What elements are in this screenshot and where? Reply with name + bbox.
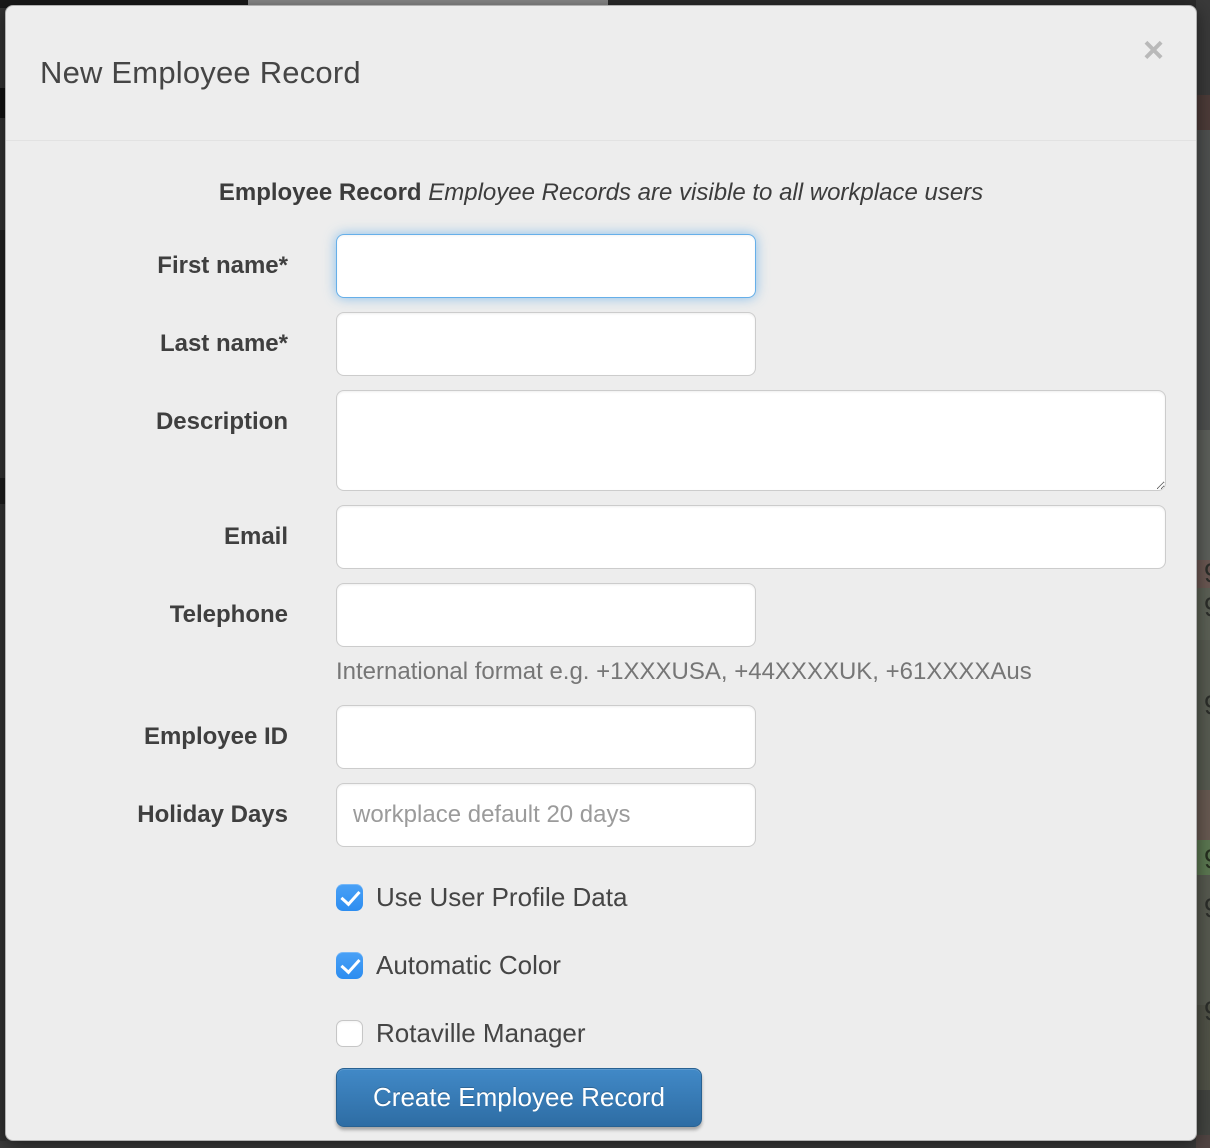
control-col: [336, 390, 1166, 491]
email-label: Email: [36, 505, 288, 552]
form-row-holiday-days: Holiday Days: [36, 783, 1166, 847]
backdrop-digit: 9: [1204, 690, 1210, 721]
checkbox-label: Automatic Color: [376, 950, 561, 981]
checkbox-section: Use User Profile Data Automatic Color Ro…: [36, 882, 1166, 1049]
new-employee-record-modal: New Employee Record × Employee Record Em…: [5, 5, 1197, 1141]
checkbox-use-user-profile-data[interactable]: Use User Profile Data: [336, 882, 1166, 913]
legend-title: Employee Record: [219, 179, 422, 206]
form-legend: Employee Record Employee Records are vis…: [36, 178, 1166, 208]
backdrop-segment: [1196, 1135, 1210, 1148]
holiday-days-label: Holiday Days: [36, 783, 288, 830]
backdrop-segment: [1196, 1090, 1210, 1135]
close-icon[interactable]: ×: [1143, 32, 1164, 68]
first-name-input[interactable]: [336, 234, 756, 298]
telephone-help-text: International format e.g. +1XXXUSA, +44X…: [336, 658, 1166, 686]
backdrop-right-strip: 9 9 9 9 9 9: [1196, 0, 1210, 1148]
modal-title: New Employee Record: [40, 55, 361, 91]
last-name-label: Last name*: [36, 312, 288, 359]
backdrop-segment: [1196, 790, 1210, 840]
last-name-input[interactable]: [336, 312, 756, 376]
email-input[interactable]: [336, 505, 1166, 569]
backdrop-digit: 9: [1204, 996, 1210, 1027]
backdrop-digit: 9: [1204, 558, 1210, 589]
description-label: Description: [36, 390, 288, 437]
employee-id-input[interactable]: [336, 705, 756, 769]
control-col: [336, 783, 1166, 847]
form-row-employee-id: Employee ID: [36, 705, 1166, 769]
backdrop-segment: [0, 1141, 1210, 1148]
employee-id-label: Employee ID: [36, 705, 288, 752]
description-textarea[interactable]: [336, 390, 1166, 491]
form-row-telephone: Telephone International format e.g. +1XX…: [36, 583, 1166, 705]
checkbox-label: Use User Profile Data: [376, 882, 627, 913]
checkbox-unchecked-icon[interactable]: [336, 1020, 363, 1047]
backdrop-segment: [1196, 130, 1210, 430]
checkbox-label: Rotaville Manager: [376, 1018, 586, 1049]
checkbox-checked-icon[interactable]: [336, 952, 363, 979]
checkbox-checked-icon[interactable]: [336, 884, 363, 911]
backdrop-digit: 9: [1204, 844, 1210, 875]
legend-note: Employee Records are visible to all work…: [428, 179, 983, 206]
modal-body: Employee Record Employee Records are vis…: [6, 178, 1196, 1141]
create-employee-record-button[interactable]: Create Employee Record: [336, 1068, 702, 1127]
modal-header: New Employee Record ×: [6, 6, 1196, 141]
form-row-description: Description: [36, 390, 1166, 491]
control-col: [336, 312, 1166, 376]
control-col: International format e.g. +1XXXUSA, +44X…: [336, 583, 1166, 705]
telephone-input[interactable]: [336, 583, 756, 647]
checkbox-automatic-color[interactable]: Automatic Color: [336, 950, 1166, 981]
form-row-first-name: First name*: [36, 234, 1166, 298]
backdrop-digit: 9: [1204, 893, 1210, 924]
backdrop-segment: [1196, 430, 1210, 560]
telephone-label: Telephone: [36, 583, 288, 630]
control-col: [336, 505, 1166, 569]
control-col: [336, 234, 1166, 298]
control-col: [336, 705, 1166, 769]
form-row-email: Email: [36, 505, 1166, 569]
holiday-days-input[interactable]: [336, 783, 756, 847]
first-name-label: First name*: [36, 234, 288, 281]
form-row-last-name: Last name*: [36, 312, 1166, 376]
checkbox-rotaville-manager[interactable]: Rotaville Manager: [336, 1018, 1166, 1049]
backdrop-segment: [1196, 0, 1210, 95]
backdrop-digit: 9: [1204, 592, 1210, 623]
backdrop-segment: [1196, 95, 1210, 130]
